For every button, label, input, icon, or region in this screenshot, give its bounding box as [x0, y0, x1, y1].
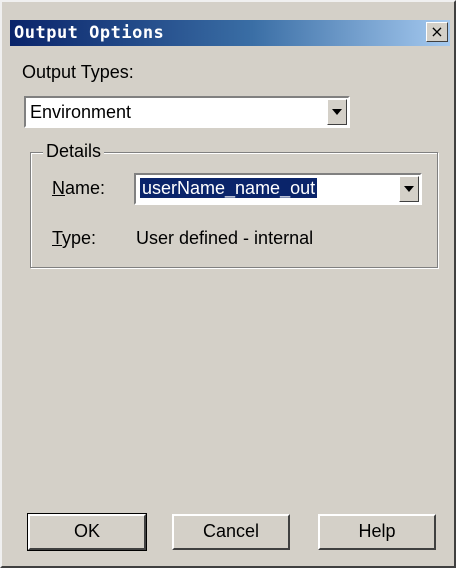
- ok-button[interactable]: OK: [27, 513, 147, 551]
- name-label: Name:: [52, 178, 106, 198]
- name-dropdown-button[interactable]: [399, 176, 419, 202]
- details-group-label: Details: [43, 141, 105, 162]
- output-types-value: Environment: [30, 102, 132, 122]
- type-value: User defined - internal: [136, 228, 314, 248]
- close-button[interactable]: ×: [426, 22, 448, 42]
- chevron-down-icon: [332, 109, 342, 115]
- output-options-dialog: Output Options × Output Types: Environme…: [0, 0, 456, 568]
- type-label: Type:: [52, 228, 97, 248]
- details-groupbox: Details: [30, 141, 438, 268]
- output-types-dropdown-button[interactable]: [327, 99, 347, 125]
- close-icon: ×: [430, 22, 444, 41]
- dialog-title: Output Options: [14, 23, 165, 43]
- title-bar[interactable]: Output Options ×: [10, 20, 450, 46]
- cancel-button[interactable]: Cancel: [172, 514, 290, 550]
- output-types-label: Output Types:: [22, 62, 134, 82]
- chevron-down-icon: [404, 186, 414, 192]
- name-value[interactable]: userName_name_out: [138, 177, 319, 199]
- name-dropdown[interactable]: userName_name_out: [134, 173, 422, 205]
- output-types-dropdown[interactable]: Environment: [24, 96, 350, 128]
- help-button[interactable]: Help: [318, 514, 436, 550]
